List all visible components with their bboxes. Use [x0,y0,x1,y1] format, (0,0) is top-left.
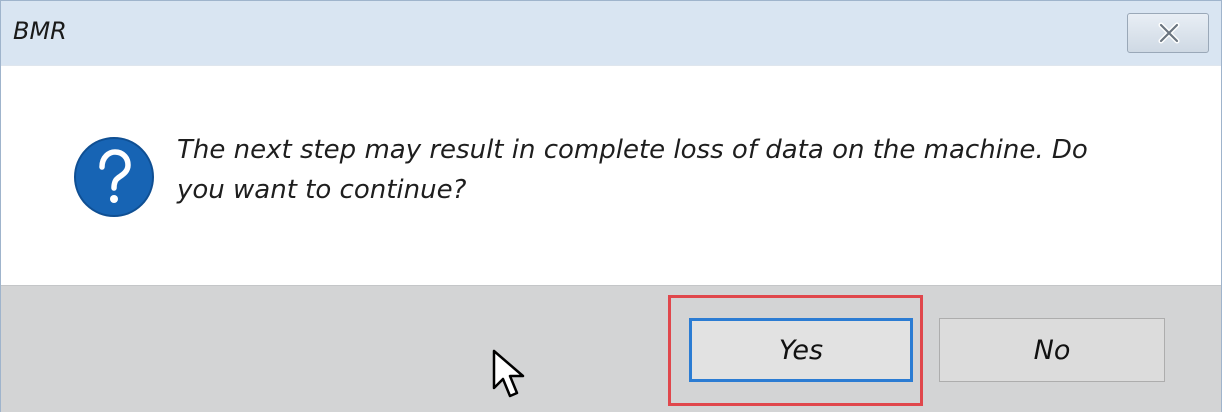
title-bar: BMR [1,1,1221,66]
window-title: BMR [13,17,67,45]
question-mark-icon [74,137,154,217]
message-text: The next step may result in complete los… [177,135,1088,205]
button-bar: Yes No [1,285,1221,412]
bmr-dialog: BMR The next step may result in complete… [0,0,1222,412]
close-button[interactable] [1127,13,1209,53]
yes-button[interactable]: Yes [689,318,913,382]
no-button[interactable]: No [939,318,1165,382]
mouse-cursor-icon [492,349,525,398]
message-area: The next step may result in complete los… [1,66,1221,285]
close-x-icon [1158,22,1180,44]
